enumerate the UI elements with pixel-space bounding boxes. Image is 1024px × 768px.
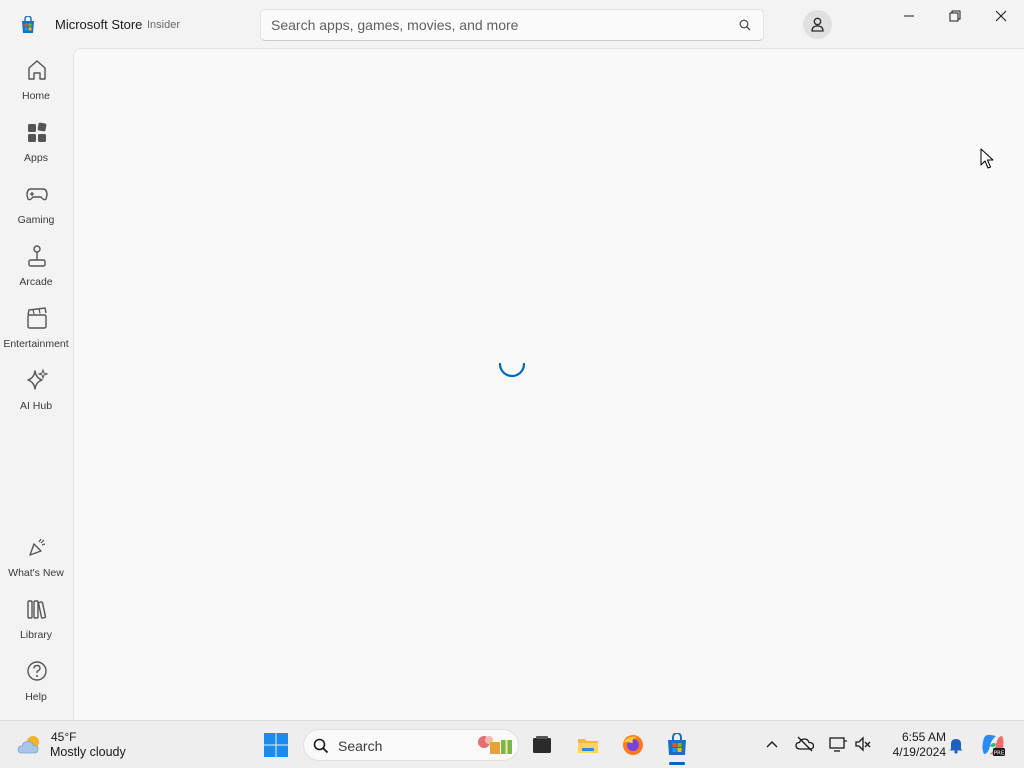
sidebar-item-apps[interactable]: Apps bbox=[2, 118, 70, 174]
clock-time: 6:55 AM bbox=[901, 730, 946, 744]
sidebar-item-whats-new[interactable]: What's New bbox=[2, 533, 70, 589]
microsoft-store-icon bbox=[668, 733, 686, 755]
taskbar-search[interactable]: Search bbox=[303, 729, 519, 761]
active-app-indicator bbox=[669, 762, 685, 765]
sidebar-item-arcade[interactable]: Arcade bbox=[2, 242, 70, 298]
close-icon bbox=[995, 10, 1007, 22]
home-icon bbox=[28, 60, 46, 80]
restore-button[interactable] bbox=[932, 0, 978, 32]
chevron-up-icon[interactable] bbox=[765, 739, 779, 749]
firefox-icon bbox=[623, 735, 643, 755]
clock-date: 4/19/2024 bbox=[892, 745, 946, 759]
file-explorer-icon bbox=[533, 736, 551, 753]
search-box[interactable] bbox=[260, 9, 764, 41]
close-button[interactable] bbox=[978, 0, 1024, 32]
search-input[interactable] bbox=[271, 10, 731, 40]
minimize-button[interactable] bbox=[886, 0, 932, 32]
main-content bbox=[73, 48, 1024, 720]
clapperboard-icon bbox=[27, 307, 47, 329]
svg-text:PRE: PRE bbox=[994, 751, 1005, 757]
microsoft-store-logo-icon bbox=[22, 16, 34, 33]
library-icon bbox=[27, 600, 47, 619]
sidebar-item-label: Entertainment bbox=[3, 338, 69, 350]
taskbar-microsoft-store[interactable] bbox=[661, 729, 693, 761]
insider-badge: Insider bbox=[147, 19, 181, 31]
title-bar: Microsoft Store Insider bbox=[0, 0, 1024, 48]
search-highlight-icon bbox=[478, 736, 512, 754]
search-icon bbox=[313, 738, 329, 754]
weather-temperature: 45°F bbox=[51, 730, 77, 744]
sidebar-item-label: What's New bbox=[8, 567, 64, 579]
sidebar-item-label: AI Hub bbox=[19, 400, 53, 412]
cloud-icon bbox=[17, 736, 39, 754]
sidebar-item-label: Library bbox=[19, 629, 53, 641]
notification-bell-icon[interactable] bbox=[948, 736, 964, 754]
taskbar-file-explorer[interactable] bbox=[526, 729, 558, 761]
sidebar-item-label: Arcade bbox=[19, 276, 53, 288]
help-icon bbox=[27, 661, 47, 681]
sparkle-icon bbox=[27, 368, 48, 390]
taskbar-firefox[interactable] bbox=[617, 729, 649, 761]
volume-muted-icon[interactable] bbox=[854, 735, 872, 753]
joystick-icon bbox=[28, 245, 46, 267]
sidebar-nav: Home Apps Gaming Arcade Entertainment AI… bbox=[0, 48, 72, 720]
sidebar-item-library[interactable]: Library bbox=[2, 595, 70, 651]
taskbar-folder[interactable] bbox=[572, 729, 604, 761]
mouse-cursor-icon bbox=[980, 148, 994, 169]
sidebar-item-label: Apps bbox=[24, 152, 48, 164]
folder-icon bbox=[578, 739, 598, 753]
sidebar-item-label: Home bbox=[21, 90, 50, 102]
account-button[interactable] bbox=[803, 10, 832, 39]
onedrive-offline-icon[interactable] bbox=[795, 735, 815, 753]
taskbar-search-label: Search bbox=[338, 738, 383, 754]
start-icon[interactable] bbox=[262, 731, 290, 759]
search-icon[interactable] bbox=[739, 19, 751, 31]
sidebar-item-gaming[interactable]: Gaming bbox=[2, 180, 70, 236]
sidebar-item-help[interactable]: Help bbox=[2, 657, 70, 713]
person-icon bbox=[811, 17, 824, 32]
gamepad-icon bbox=[26, 188, 48, 201]
restore-icon bbox=[949, 10, 961, 22]
sidebar-item-ai-hub[interactable]: AI Hub bbox=[2, 366, 70, 422]
copilot-icon[interactable]: PRE bbox=[980, 732, 1006, 758]
sidebar-item-label: Gaming bbox=[17, 214, 55, 226]
loading-spinner-icon bbox=[498, 362, 526, 378]
app-title: Microsoft Store bbox=[55, 17, 143, 32]
weather-condition: Mostly cloudy bbox=[50, 745, 126, 759]
minimize-icon bbox=[904, 15, 914, 17]
megaphone-icon bbox=[29, 538, 46, 556]
apps-icon bbox=[28, 122, 47, 142]
sidebar-item-home[interactable]: Home bbox=[2, 56, 70, 112]
sidebar-item-label: Help bbox=[25, 691, 47, 703]
network-icon[interactable] bbox=[828, 735, 848, 753]
taskbar: 45°F Mostly cloudy Search 6:55 AM 4/19/2… bbox=[0, 720, 1024, 768]
sidebar-item-entertainment[interactable]: Entertainment bbox=[2, 304, 70, 360]
